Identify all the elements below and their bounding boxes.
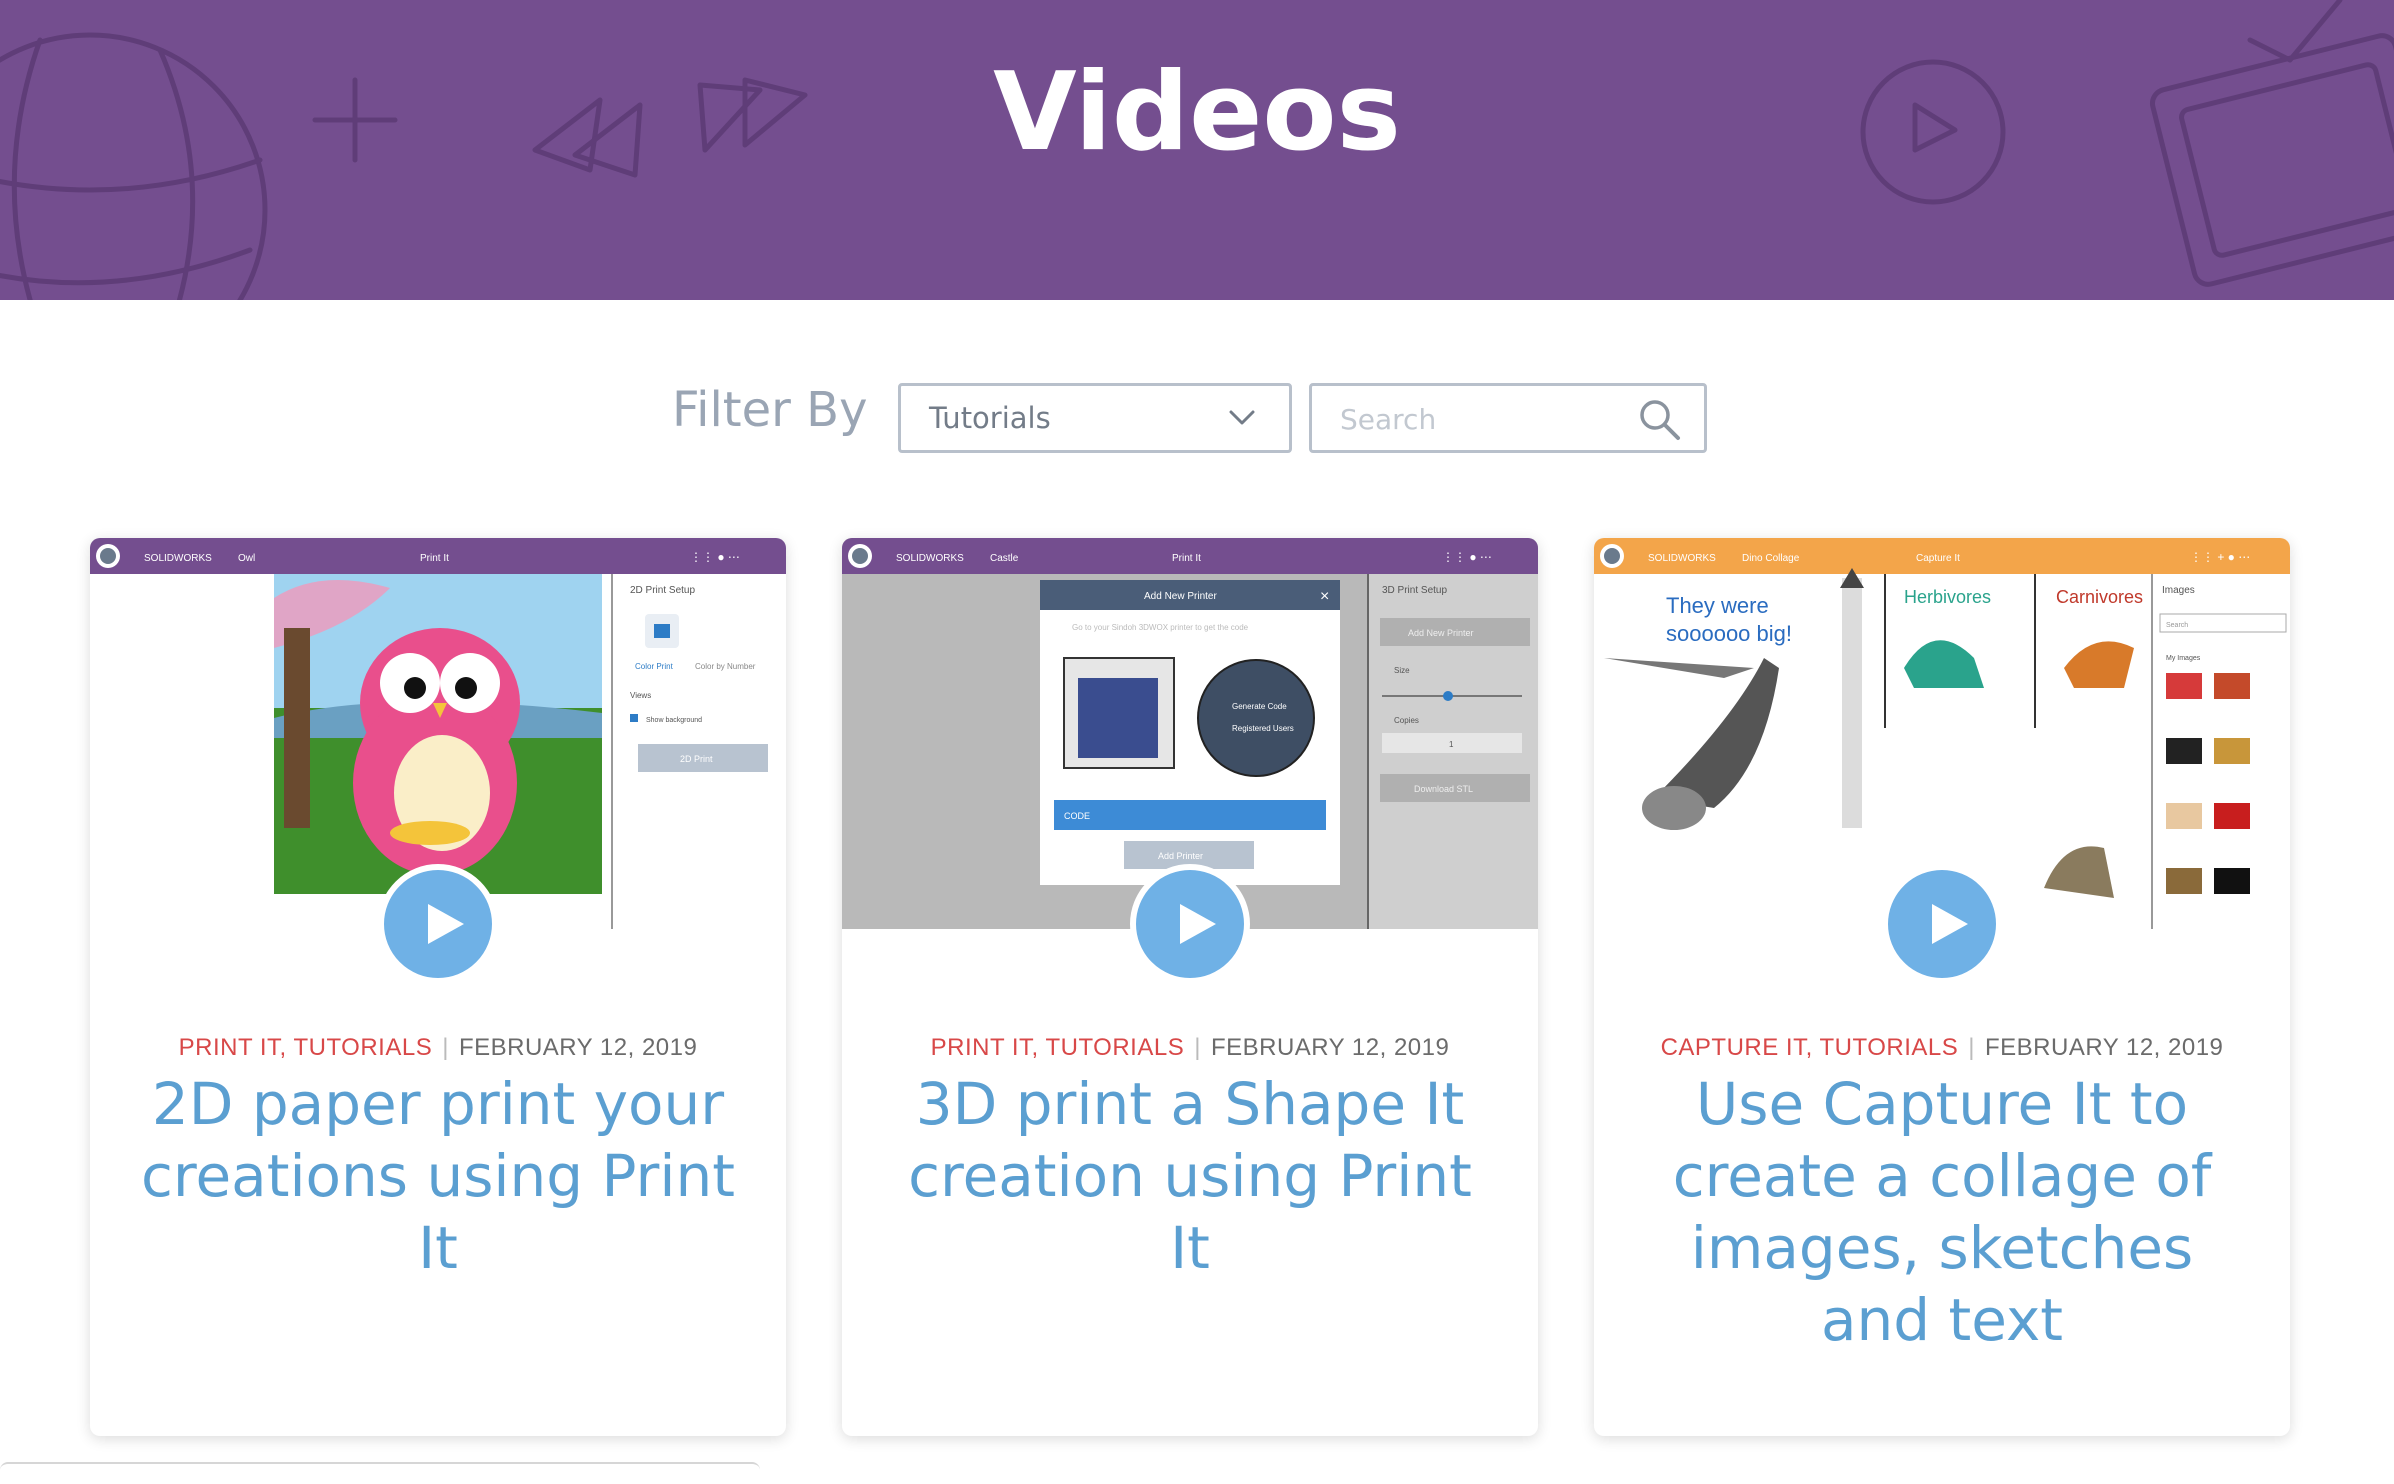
meta-separator: |	[1194, 1034, 1201, 1061]
svg-text:×: ×	[1320, 588, 1329, 605]
thumb-app-name: Capture It	[1916, 553, 1960, 564]
svg-text:⋮⋮ ● ⋯: ⋮⋮ ● ⋯	[1442, 550, 1492, 564]
thumb-doc-name: Owl	[238, 553, 255, 564]
category-select-value: Tutorials	[929, 401, 1051, 435]
thumb-panel-title: 3D Print Setup	[1382, 585, 1447, 596]
video-card: SOLIDWORKS Owl Print It ⋮⋮ ● ⋯ 2D Print …	[90, 538, 786, 1436]
video-meta: CAPTURE IT, TUTORIALS | FEBRUARY 12, 2019	[1660, 1034, 2224, 1061]
thumb-panel-button: Add New Printer	[1408, 628, 1474, 638]
category-link-tutorials[interactable]: TUTORIALS	[293, 1034, 432, 1061]
thumb-panel-section: My Images	[2166, 655, 2201, 662]
thumb-collage-text-3: Herbivores	[1904, 587, 1991, 607]
search-field[interactable]	[1309, 383, 1707, 453]
thumb-app-brand: SOLIDWORKS	[1648, 553, 1716, 564]
thumb-option-1: Color Print	[635, 662, 674, 671]
category-link-tutorials[interactable]: TUTORIALS	[1045, 1034, 1184, 1061]
svg-text:⋮⋮ ● ⋯: ⋮⋮ ● ⋯	[690, 550, 740, 564]
thumb-menu-item-1: Generate Code	[1232, 702, 1287, 711]
play-icon	[428, 904, 464, 944]
play-button[interactable]	[378, 864, 498, 984]
video-meta: PRINT IT, TUTORIALS | FEBRUARY 12, 2019	[178, 1034, 698, 1061]
video-meta: PRINT IT, TUTORIALS | FEBRUARY 12, 2019	[930, 1034, 1450, 1061]
thumb-views-label: Views	[630, 691, 651, 700]
category-select[interactable]: Tutorials	[898, 383, 1292, 453]
partially-visible-element	[0, 1462, 760, 1484]
thumb-dialog-button: Add Printer	[1158, 851, 1203, 861]
thumb-doc-name: Castle	[990, 553, 1019, 564]
search-input[interactable]	[1338, 396, 1642, 442]
thumb-collage-text-1: They were	[1666, 593, 1769, 618]
meta-separator: |	[1968, 1034, 1975, 1061]
video-date: FEBRUARY 12, 2019	[1984, 1034, 2224, 1061]
thumb-dialog-title: Add New Printer	[1144, 591, 1217, 602]
play-button[interactable]	[1882, 864, 2002, 984]
video-date: FEBRUARY 12, 2019	[458, 1034, 698, 1061]
search-icon[interactable]	[1638, 398, 1682, 442]
category-link-capture-it[interactable]: CAPTURE IT	[1661, 1034, 1806, 1061]
thumb-app-name: Print It	[1172, 553, 1201, 564]
thumb-panel-search: Search	[2166, 622, 2188, 629]
thumb-download-button: Download STL	[1414, 784, 1473, 794]
play-button[interactable]	[1130, 864, 1250, 984]
video-card: SOLIDWORKS Castle Print It ⋮⋮ ● ⋯ Add Ne…	[842, 538, 1538, 1436]
thumb-copies-label: Copies	[1394, 716, 1419, 725]
category-link-print-it[interactable]: PRINT IT	[179, 1034, 280, 1061]
play-icon	[1180, 904, 1216, 944]
thumb-checkbox-label: Show background	[646, 717, 702, 724]
video-title[interactable]: 3D print a Shape It creation using Print…	[882, 1068, 1498, 1284]
page-title: Videos	[993, 50, 1401, 175]
chevron-down-icon	[1229, 410, 1255, 425]
video-card: SOLIDWORKS Dino Collage Capture It ⋮⋮ + …	[1594, 538, 2290, 1436]
thumb-option-2: Color by Number	[695, 662, 756, 671]
thumb-panel-title: 2D Print Setup	[630, 585, 695, 596]
video-title[interactable]: Use Capture It to create a collage of im…	[1634, 1068, 2250, 1356]
thumb-action-button: 2D Print	[680, 754, 713, 764]
thumb-size-label: Size	[1394, 666, 1410, 675]
thumb-copies-value: 1	[1449, 740, 1454, 749]
thumb-collage-text-4: Carnivores	[2056, 587, 2143, 607]
svg-text:⋮⋮ + ● ⋯: ⋮⋮ + ● ⋯	[2190, 550, 2250, 564]
video-title[interactable]: 2D paper print your creations using Prin…	[130, 1068, 746, 1284]
video-date: FEBRUARY 12, 2019	[1210, 1034, 1450, 1061]
thumb-panel-title: Images	[2162, 585, 2195, 596]
meta-separator: |	[442, 1034, 449, 1061]
thumb-app-brand: SOLIDWORKS	[144, 553, 212, 564]
page-header-banner: Videos	[0, 0, 2394, 300]
thumb-menu-item-2: Registered Users	[1232, 724, 1294, 733]
play-icon	[1932, 904, 1968, 944]
category-link-print-it[interactable]: PRINT IT	[931, 1034, 1032, 1061]
thumb-code-placeholder: CODE	[1064, 811, 1090, 821]
category-link-tutorials[interactable]: TUTORIALS	[1820, 1034, 1959, 1061]
thumb-app-brand: SOLIDWORKS	[896, 553, 964, 564]
thumb-doc-name: Dino Collage	[1742, 553, 1800, 564]
thumb-dialog-hint: Go to your Sindoh 3DWOX printer to get t…	[1072, 623, 1249, 632]
thumb-app-name: Print It	[420, 553, 449, 564]
thumb-collage-text-2: soooooo big!	[1666, 621, 1792, 646]
filter-label: Filter By	[672, 382, 868, 438]
